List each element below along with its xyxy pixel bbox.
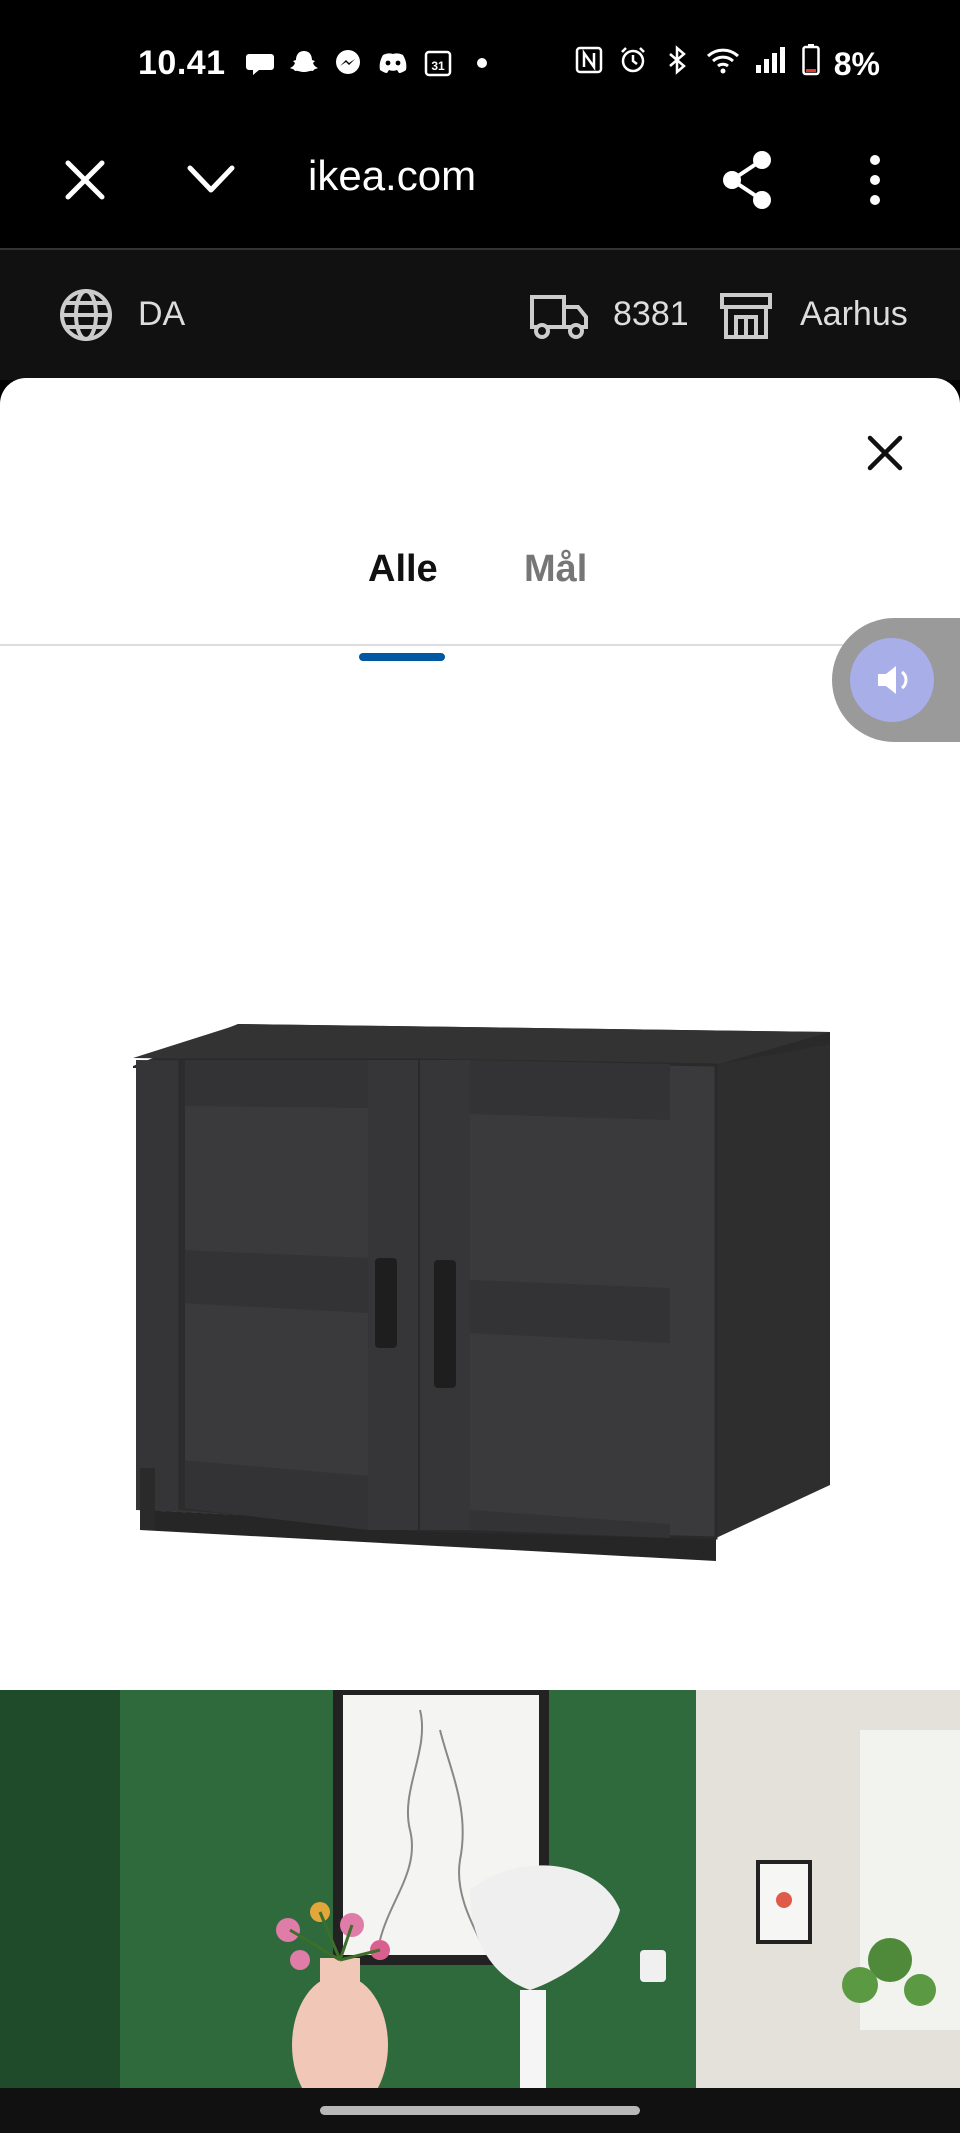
url-text[interactable]: ikea.com [308, 152, 476, 200]
close-icon[interactable] [60, 155, 110, 205]
more-vert-icon[interactable] [860, 150, 890, 210]
tab-measurements[interactable]: Mål [524, 548, 587, 591]
chat-bubble-icon [245, 48, 275, 83]
close-icon[interactable] [862, 430, 908, 476]
alarm-icon [618, 45, 648, 83]
media-tabs: Alle Mål [0, 538, 960, 646]
globe-icon[interactable] [58, 287, 114, 343]
discord-icon [377, 48, 409, 83]
language-selector[interactable]: DA [138, 295, 185, 334]
notification-icons: 31 [245, 48, 497, 83]
messenger-icon [333, 48, 363, 83]
share-icon[interactable] [718, 148, 778, 212]
tab-all[interactable]: Alle [368, 548, 438, 591]
battery-percent: 8% [833, 45, 880, 82]
sound-icon[interactable] [850, 638, 934, 722]
system-nav-bar [0, 2088, 960, 2133]
status-time: 10.41 [138, 44, 226, 82]
floating-sound-button[interactable] [832, 618, 960, 742]
active-tab-indicator [359, 653, 445, 661]
chevron-down-icon[interactable] [186, 160, 236, 200]
nfc-icon [574, 45, 604, 83]
battery-icon [802, 44, 820, 84]
calendar-icon: 31 [423, 48, 453, 83]
bluetooth-icon [662, 45, 692, 83]
store-name[interactable]: Aarhus [800, 295, 908, 334]
system-icons: 8% [574, 44, 880, 84]
svg-text:31: 31 [431, 59, 445, 73]
ikea-header: DA 8381 Aarhus [0, 250, 960, 380]
signal-icon [754, 45, 788, 83]
browser-toolbar: ikea.com [0, 120, 960, 250]
status-bar: 10.41 31 8% [0, 0, 960, 130]
truck-icon[interactable] [528, 287, 590, 343]
media-sheet: Alle Mål [0, 378, 960, 2088]
snapchat-icon [289, 48, 319, 83]
lifestyle-image[interactable] [0, 1685, 960, 2088]
dot-icon [467, 48, 497, 83]
wifi-icon [706, 45, 740, 83]
home-gesture-handle[interactable] [320, 2106, 640, 2115]
store-icon[interactable] [718, 287, 774, 343]
delivery-zipcode[interactable]: 8381 [613, 295, 689, 334]
